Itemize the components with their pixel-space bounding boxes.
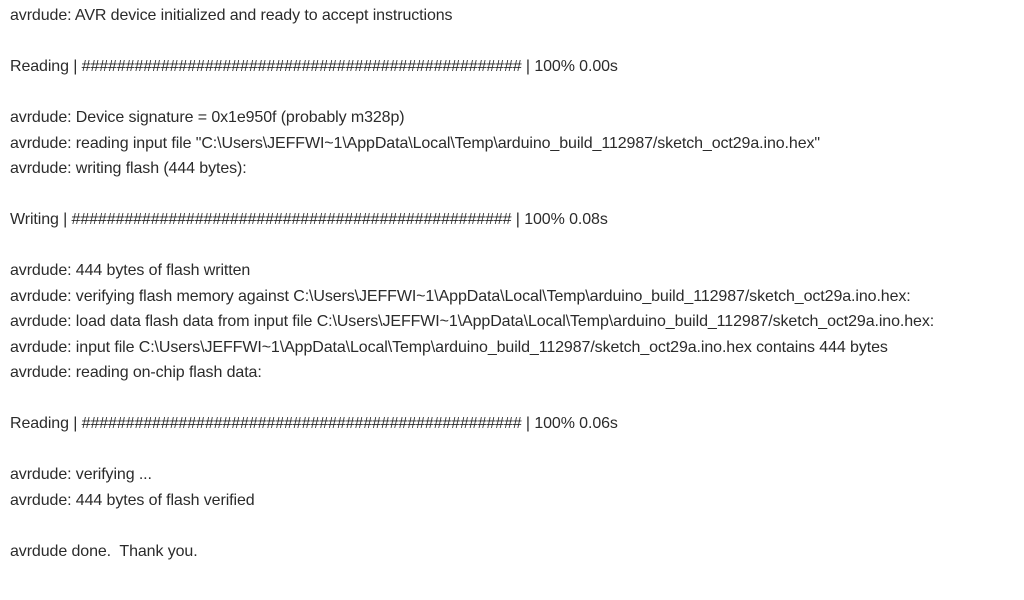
console-line-load-data: avrdude: load data flash data from input… [10,313,935,330]
console-line-done: avrdude done. Thank you. [10,542,198,560]
console-line-reading-onchip: avrdude: reading on-chip flash data: [10,364,262,381]
console-line-verifying: avrdude: verifying ... [10,466,152,483]
console-line-writing-progress: Writing | ##############################… [10,211,608,228]
console-line-reading-progress-2: Reading | ##############################… [10,415,618,432]
console-line-input-file-size: avrdude: input file C:\Users\JEFFWI~1\Ap… [10,338,888,356]
console-output: avrdude: AVR device initialized and read… [0,0,1024,600]
console-line-flash-written: avrdude: 444 bytes of flash written [10,262,251,279]
console-line-verifying-against: avrdude: verifying flash memory against … [10,287,911,305]
console-line-flash-verified: avrdude: 444 bytes of flash verified [10,491,255,509]
console-line-device-signature: avrdude: Device signature = 0x1e950f (pr… [10,109,405,126]
console-line-device-initialized: avrdude: AVR device initialized and read… [10,7,453,24]
console-line-reading-input-file: avrdude: reading input file "C:\Users\JE… [10,134,820,152]
console-line-reading-progress: Reading | ##############################… [10,58,618,75]
console-line-writing-flash: avrdude: writing flash (444 bytes): [10,160,247,177]
